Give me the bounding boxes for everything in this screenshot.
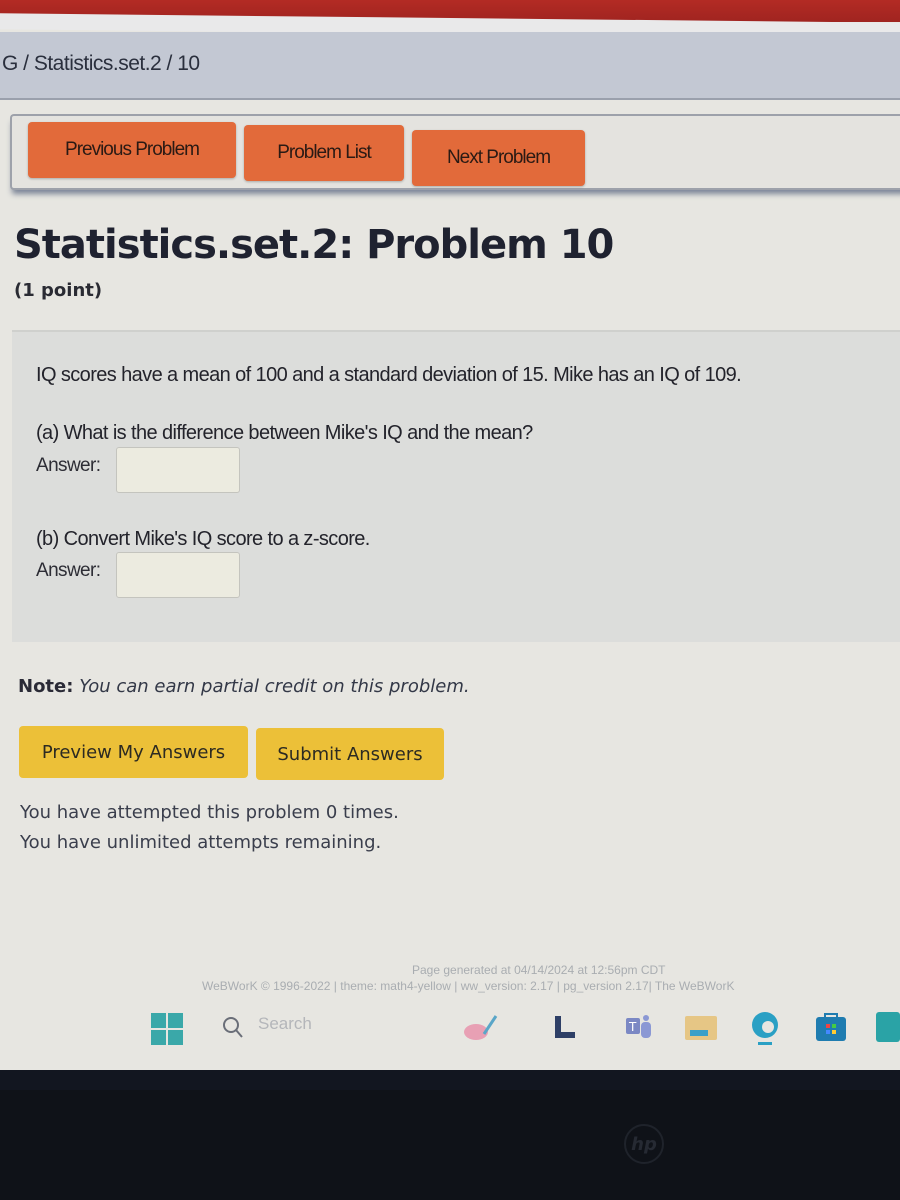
note-label: Note: (18, 676, 74, 697)
partial-credit-note: Note: You can earn partial credit on thi… (18, 676, 470, 697)
search-icon[interactable] (222, 1016, 244, 1044)
part-b-question: (b) Convert Mike's IQ score to a z-score… (36, 528, 370, 550)
mywork-app-icon[interactable] (876, 1012, 900, 1046)
app-l-icon[interactable] (553, 1014, 577, 1044)
windows-taskbar: Search T (0, 1008, 900, 1050)
attempts-count-text: You have attempted this problem 0 times. (20, 802, 399, 823)
edge-icon[interactable] (748, 1010, 782, 1050)
webwork-credits[interactable]: WeBWorK © 1996-2022 | theme: math4-yello… (202, 979, 734, 993)
file-explorer-icon[interactable] (684, 1014, 718, 1046)
page-title: Statistics.set.2: Problem 10 (14, 222, 614, 268)
breadcrumb[interactable]: G / Statistics.set.2 / 10 (2, 52, 200, 76)
attempts-remaining-text: You have unlimited attempts remaining. (20, 832, 382, 853)
paint-icon[interactable] (462, 1012, 498, 1046)
submit-answers-button[interactable]: Submit Answers (256, 728, 444, 780)
problem-intro: IQ scores have a mean of 100 and a stand… (36, 364, 742, 386)
point-value: (1 point) (14, 280, 103, 301)
hp-logo-icon: hp (624, 1124, 664, 1164)
part-b-answer-input[interactable] (116, 552, 240, 598)
teams-icon[interactable]: T (624, 1012, 654, 1046)
note-text: You can earn partial credit on this prob… (79, 676, 470, 697)
next-problem-button[interactable]: Next Problem (412, 130, 585, 186)
microsoft-store-icon[interactable] (814, 1012, 848, 1046)
taskbar-search-label[interactable]: Search (258, 1014, 312, 1034)
part-a-answer-input[interactable] (116, 447, 240, 493)
svg-text:T: T (628, 1020, 637, 1034)
part-a-question: (a) What is the difference between Mike'… (36, 422, 533, 444)
laptop-bezel-edge (0, 1070, 900, 1092)
laptop-bezel (0, 1090, 900, 1200)
part-b-answer-label: Answer: (36, 560, 101, 581)
windows-start-icon[interactable] (150, 1012, 184, 1050)
page-generated-text: Page generated at 04/14/2024 at 12:56pm … (412, 963, 666, 977)
previous-problem-button[interactable]: Previous Problem (28, 122, 236, 178)
preview-answers-button[interactable]: Preview My Answers (19, 726, 248, 778)
problem-list-button[interactable]: Problem List (244, 125, 404, 181)
part-a-answer-label: Answer: (36, 455, 101, 476)
